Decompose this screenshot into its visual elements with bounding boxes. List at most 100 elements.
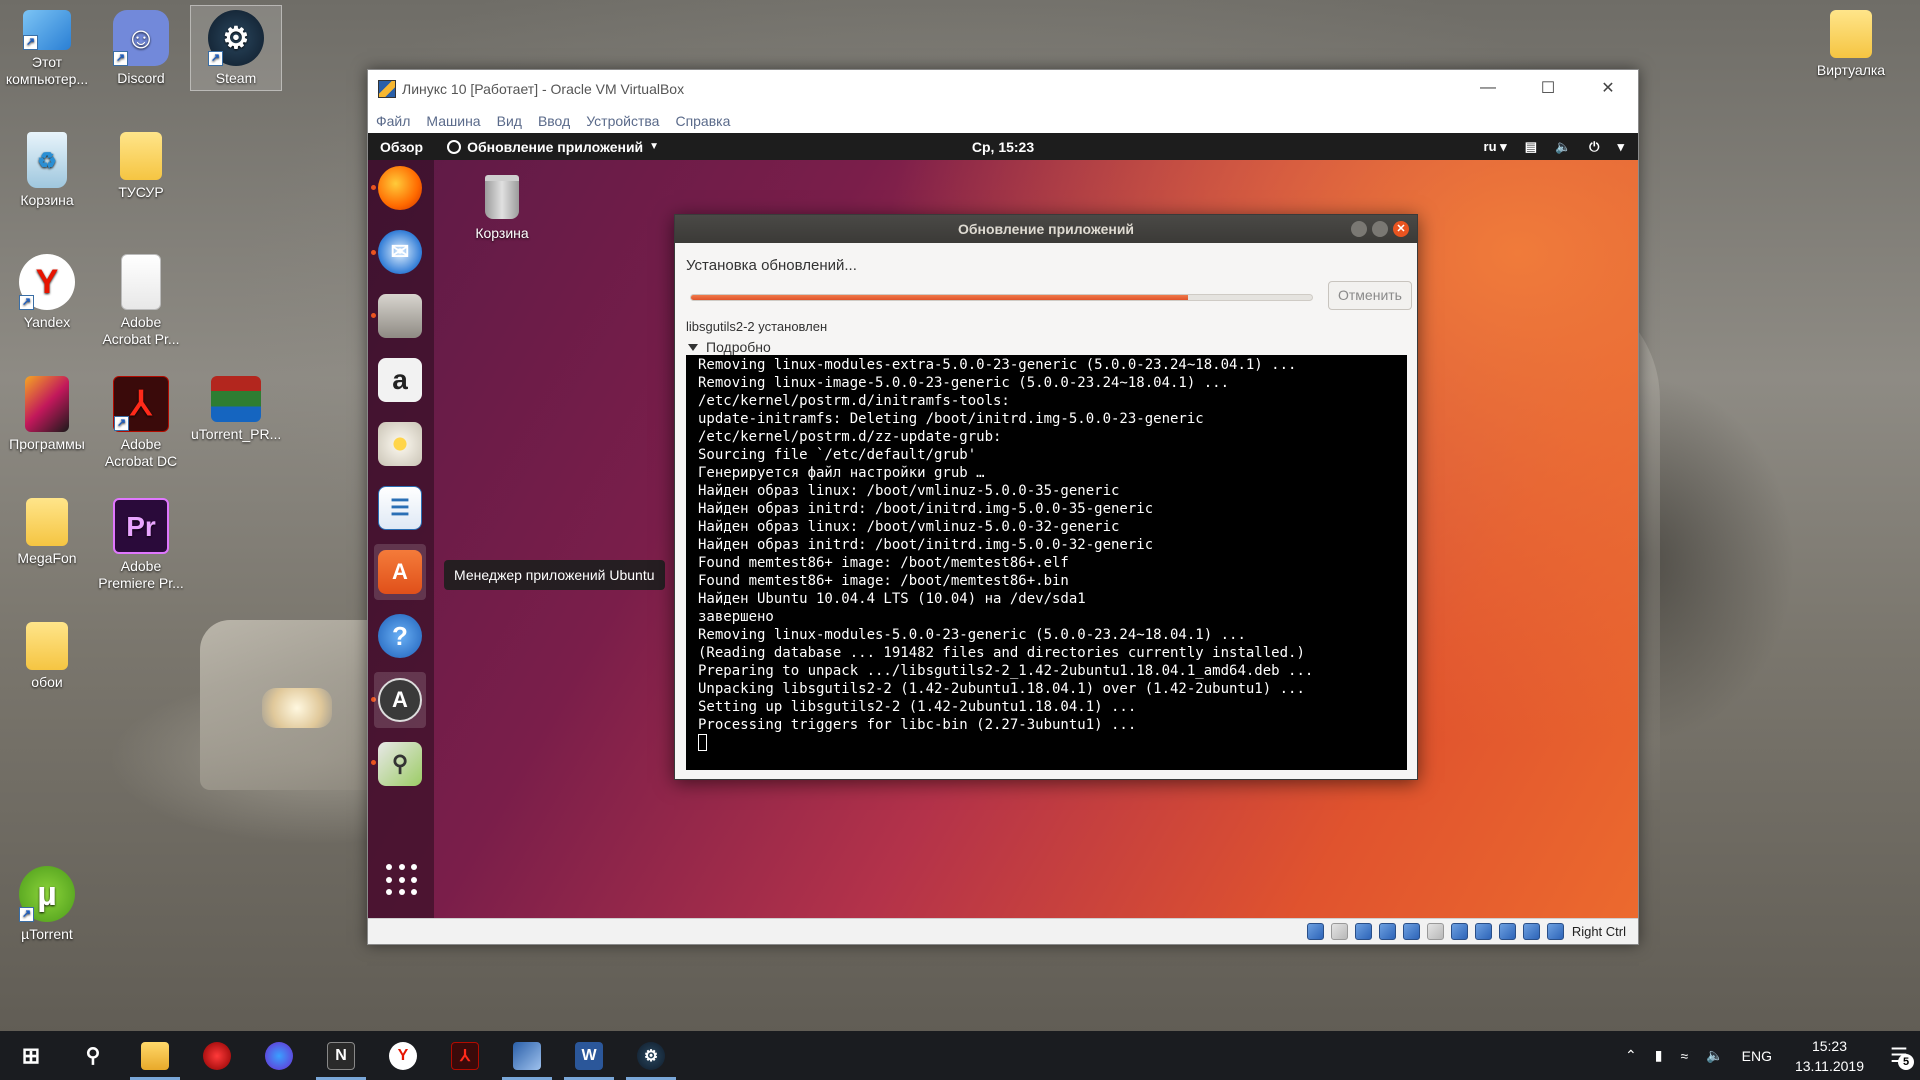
optical-drive-icon[interactable] [1330, 923, 1348, 940]
desktop-icon-discord[interactable]: ☺ ↗ Discord [96, 10, 186, 87]
close-button[interactable]: ✕ [1578, 70, 1638, 106]
dialog-titlebar[interactable]: Обновление приложений ✕ [675, 215, 1417, 243]
shortcut-arrow-icon: ↗ [19, 907, 34, 922]
dock-software-center[interactable]: A [374, 544, 426, 600]
desktop-icon-utorrent[interactable]: µ ↗ µTorrent [2, 866, 92, 943]
desktop-icon-utorrent-pr[interactable]: uTorrent_PR... [191, 376, 281, 443]
language-label: ru [1483, 138, 1497, 154]
taskbar-virtualbox[interactable] [496, 1031, 558, 1080]
menu-devices[interactable]: Устройства [586, 113, 659, 129]
terminal-output[interactable]: Removing linux-modules-extra-5.0.0-23-ge… [686, 355, 1407, 770]
video-capture-icon[interactable] [1474, 923, 1492, 940]
activities-button[interactable]: Обзор [380, 139, 423, 155]
taskbar-steam[interactable]: ⚙ [620, 1031, 682, 1080]
desktop-icon-label: Adobe Acrobat Pr... [102, 314, 180, 347]
desktop-icon-megafon[interactable]: MegaFon [2, 498, 92, 567]
usb-icon[interactable] [1402, 923, 1420, 940]
mouse-integration-icon[interactable] [1522, 923, 1540, 940]
dock-firefox[interactable] [374, 160, 426, 216]
desktop-icon-oboi[interactable]: обои [2, 622, 92, 691]
cpu-icon[interactable] [1498, 923, 1516, 940]
app-menu[interactable]: Обновление приложений ▼ [447, 139, 659, 155]
shared-folders-icon[interactable] [1426, 923, 1444, 940]
antivirus-icon [203, 1041, 231, 1070]
details-expander[interactable]: Подробно [688, 339, 771, 355]
dock-rhythmbox[interactable] [374, 416, 426, 472]
guest-screen[interactable]: Обзор Обновление приложений ▼ Ср, 15:23 … [368, 133, 1638, 919]
volume-icon[interactable]: 🔈 [1555, 139, 1571, 155]
dialog-maximize-button[interactable] [1372, 221, 1388, 237]
menu-input[interactable]: Ввод [538, 113, 570, 129]
hard-disk-icon[interactable] [1306, 923, 1324, 940]
desktop-icon-acrobat-dc[interactable]: ⅄ ↗ Adobe Acrobat DC [96, 376, 186, 470]
language-indicator[interactable]: ru ▾ [1466, 139, 1507, 155]
desktop-icon-premiere[interactable]: Pr Adobe Premiere Pr... [96, 498, 186, 592]
audio-icon[interactable] [1354, 923, 1372, 940]
show-applications-icon[interactable] [386, 864, 418, 896]
update-dialog: Обновление приложений ✕ Установка обновл… [674, 214, 1418, 780]
minimize-button[interactable]: — [1458, 70, 1518, 106]
thunderbird-icon: ✉ [378, 230, 422, 274]
system-menu-arrow-icon[interactable]: ▾ [1617, 139, 1624, 155]
menu-help[interactable]: Справка [675, 113, 730, 129]
dock-writer[interactable]: ☰ [374, 480, 426, 536]
computer-icon: ↗ [23, 10, 71, 50]
steam-icon: ⚙ [637, 1041, 665, 1070]
menu-file[interactable]: Файл [376, 113, 410, 129]
word-icon: W [575, 1041, 603, 1070]
dock-thunderbird[interactable]: ✉ [374, 224, 426, 280]
action-center-button[interactable]: ☰ 5 [1878, 1031, 1920, 1080]
expander-triangle-icon [688, 343, 698, 351]
desktop-icon-label: Steam [215, 70, 257, 86]
wifi-icon[interactable]: ≈ [1681, 1048, 1689, 1064]
keyboard-capture-icon[interactable] [1546, 923, 1564, 940]
dialog-minimize-button[interactable] [1351, 221, 1367, 237]
cancel-button[interactable]: Отменить [1328, 281, 1412, 310]
taskbar-notion[interactable]: N [310, 1031, 372, 1080]
display-icon[interactable] [1450, 923, 1468, 940]
input-language[interactable]: ENG [1742, 1048, 1772, 1064]
yandex-browser-icon: Y [389, 1041, 417, 1070]
desktop-icon-tusur[interactable]: ТУСУР [96, 132, 186, 201]
network-adapter-icon[interactable] [1378, 923, 1396, 940]
desktop-icon-recycle-bin[interactable]: ♻ Корзина [2, 132, 92, 209]
dialog-close-button[interactable]: ✕ [1393, 221, 1409, 237]
desktop-icon-acrobat-pro[interactable]: Adobe Acrobat Pr... [96, 254, 186, 348]
dock-help[interactable]: ? [374, 608, 426, 664]
taskbar-acrobat[interactable]: ⅄ [434, 1031, 496, 1080]
taskbar-word[interactable]: W [558, 1031, 620, 1080]
taskbar-clock[interactable]: 15:23 13.11.2019 [1795, 1036, 1864, 1076]
dock-files[interactable] [374, 288, 426, 344]
dock-image-viewer[interactable]: ⚲ [374, 736, 426, 792]
menu-view[interactable]: Вид [497, 113, 522, 129]
terminal-line: Unpacking libsgutils2-2 (1.42-2ubuntu1.1… [698, 681, 1305, 697]
desktop-icon-steam[interactable]: ⚙ ↗ Steam [190, 5, 282, 91]
network-icon[interactable]: ▤ [1525, 139, 1537, 155]
desktop-icon-this-pc[interactable]: ↗ Этот компьютер... [2, 10, 92, 88]
terminal-line: Preparing to unpack .../libsgutils2-2_1.… [698, 663, 1314, 679]
taskbar-antivirus[interactable] [186, 1031, 248, 1080]
start-button[interactable]: ⊞ [0, 1031, 62, 1080]
show-hidden-icons-icon[interactable]: ⌃ [1625, 1047, 1637, 1064]
search-button[interactable]: ⚲ [62, 1031, 124, 1080]
desktop-icon-programs[interactable]: Программы [2, 376, 92, 453]
desktop-icon-virtualka[interactable]: Виртуалка [1806, 10, 1896, 79]
window-titlebar[interactable]: Линукс 10 [Работает] - Oracle VM Virtual… [368, 70, 1638, 108]
maximize-button[interactable]: ☐ [1518, 70, 1578, 106]
dock-amazon[interactable]: a [374, 352, 426, 408]
menu-machine[interactable]: Машина [426, 113, 480, 129]
desktop-icon-label: Программы [9, 436, 85, 452]
ubuntu-desktop-trash[interactable]: Корзина [462, 175, 542, 241]
taskbar-file-explorer[interactable] [124, 1031, 186, 1080]
speaker-icon[interactable]: 🔈 [1706, 1047, 1723, 1064]
terminal-line: Setting up libsgutils2-2 (1.42-2ubuntu1.… [698, 699, 1137, 715]
dock-software-updater[interactable]: A [374, 672, 426, 728]
desktop-icon-yandex[interactable]: Y ↗ Yandex [2, 254, 92, 331]
terminal-line: Processing triggers for libc-bin (2.27-3… [698, 717, 1137, 733]
power-icon[interactable]: ⏻ [1589, 139, 1599, 155]
battery-icon[interactable]: ▮ [1655, 1047, 1663, 1064]
taskbar-yandex[interactable]: Y [372, 1031, 434, 1080]
topbar-clock[interactable]: Ср, 15:23 [972, 139, 1034, 155]
terminal-line: Найден образ linux: /boot/vmlinuz-5.0.0-… [698, 519, 1120, 535]
taskbar-app[interactable] [248, 1031, 310, 1080]
